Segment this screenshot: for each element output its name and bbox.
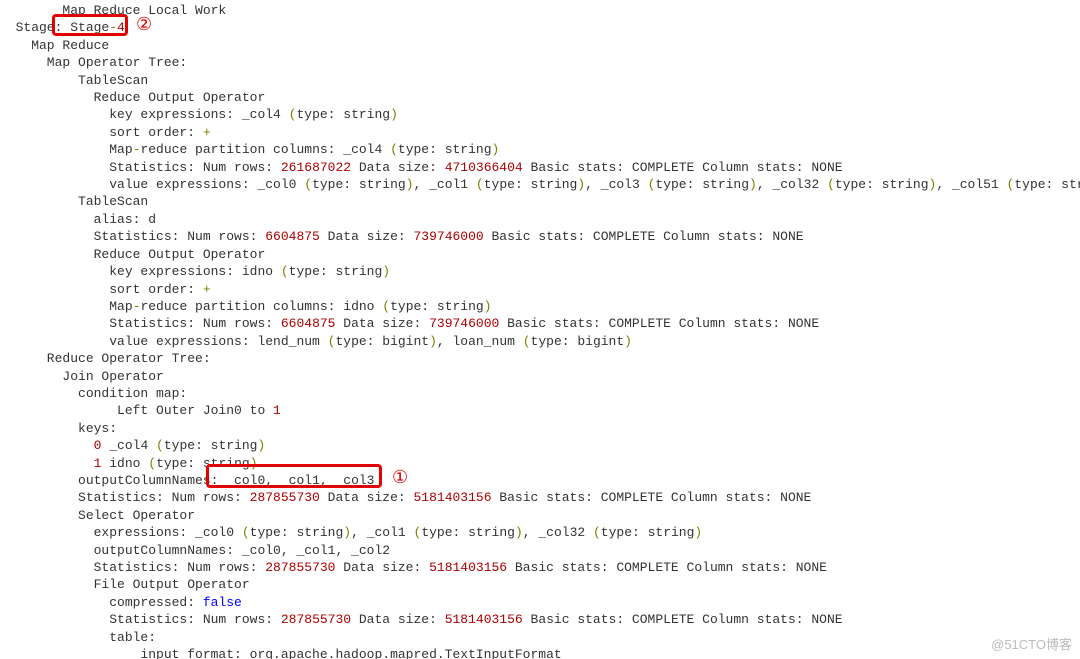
code-line: TableScan: [0, 194, 148, 209]
code-line: Map Reduce: [0, 38, 109, 53]
code-line: TableScan: [0, 73, 148, 88]
code-line: key expressions: idno (type: string): [0, 264, 390, 279]
code-line: condition map:: [0, 386, 187, 401]
code-line: input format: org.apache.hadoop.mapred.T…: [0, 647, 562, 659]
query-plan-code: Map Reduce Local Work Stage: Stage-4 Map…: [0, 0, 1080, 659]
code-line: Reduce Output Operator: [0, 90, 265, 105]
code-line: table:: [0, 630, 156, 645]
code-line: Statistics: Num rows: 287855730 Data siz…: [0, 560, 827, 575]
code-line: 0 _col4 (type: string): [0, 438, 265, 453]
code-line: alias: d: [0, 212, 156, 227]
code-line: Map-reduce partition columns: _col4 (typ…: [0, 142, 499, 157]
code-line: key expressions: _col4 (type: string): [0, 107, 398, 122]
code-line: outputColumnNames: _col0, _col1, _col2: [0, 543, 390, 558]
highlight-box-2-stage: [52, 14, 128, 36]
code-line: keys:: [0, 421, 117, 436]
watermark: @51CTO博客: [991, 634, 1072, 653]
code-line: compressed: false: [0, 595, 242, 610]
code-line: Statistics: Num rows: 6604875 Data size:…: [0, 229, 804, 244]
code-line: expressions: _col0 (type: string), _col1…: [0, 525, 702, 540]
code-line: Join Operator: [0, 369, 164, 384]
code-line: Statistics: Num rows: 287855730 Data siz…: [0, 612, 843, 627]
highlight-label-1: ①: [392, 467, 408, 488]
code-line: Statistics: Num rows: 261687022 Data siz…: [0, 160, 843, 175]
code-line: Reduce Output Operator: [0, 247, 265, 262]
code-line: Reduce Operator Tree:: [0, 351, 211, 366]
code-line: Statistics: Num rows: 6604875 Data size:…: [0, 316, 819, 331]
code-line: value expressions: _col0 (type: string),…: [0, 177, 1080, 192]
code-line: Map Operator Tree:: [0, 55, 187, 70]
code-line: value expressions: lend_num (type: bigin…: [0, 334, 632, 349]
highlight-label-2: ②: [136, 14, 152, 35]
highlight-box-1-output-cols: [206, 464, 382, 488]
code-line: File Output Operator: [0, 577, 250, 592]
code-line: Select Operator: [0, 508, 195, 523]
code-line: Statistics: Num rows: 287855730 Data siz…: [0, 490, 811, 505]
code-line: Left Outer Join0 to 1: [0, 403, 281, 418]
code-line: sort order: +: [0, 282, 211, 297]
code-line: Map-reduce partition columns: idno (type…: [0, 299, 492, 314]
code-line: sort order: +: [0, 125, 211, 140]
